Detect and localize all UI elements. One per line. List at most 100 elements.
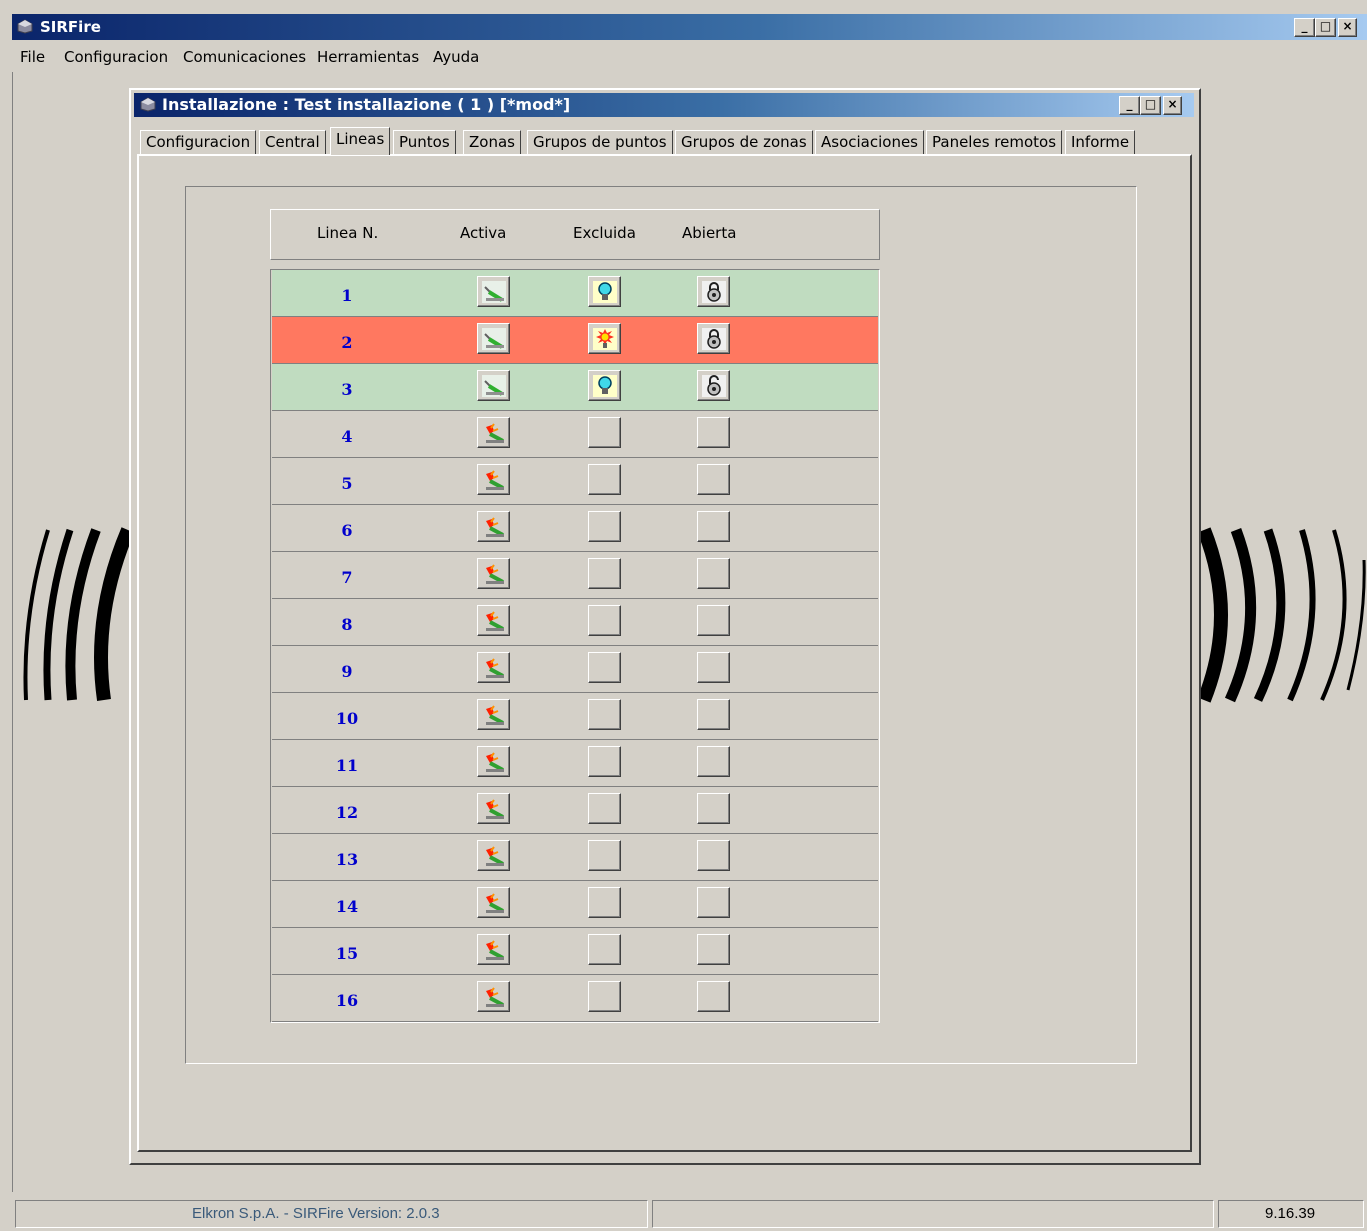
abierta-button[interactable] [697,840,730,871]
status-time: 9.16.39 [1218,1200,1364,1228]
installation-window-title-bar[interactable]: Installazione : Test installazione ( 1 )… [134,93,1194,117]
activa-button[interactable] [477,934,510,965]
excluida-button[interactable] [588,887,621,918]
app-title-bar[interactable]: SIRFire _ □ × [12,14,1367,40]
table-row: 15 [272,928,878,975]
abierta-button[interactable] [697,417,730,448]
close-button[interactable]: × [1338,18,1357,37]
line-number: 8 [341,615,353,634]
lines-table: 1 2 3 4 5 6 7 8 9 10 11 12 13 14 15 16 [270,269,880,1023]
abierta-button[interactable] [697,558,730,589]
status-version: Elkron S.p.A. - SIRFire Version: 2.0.3 [15,1200,648,1228]
excluida-button[interactable] [588,417,621,448]
header-excluida: Excluida [573,224,636,242]
line-number: 4 [341,427,353,446]
menu-ayuda[interactable]: Ayuda [433,48,479,66]
abierta-button[interactable] [697,323,730,354]
plug-disconnected-icon [486,846,504,866]
excluida-button[interactable] [588,699,621,730]
table-row: 10 [272,693,878,740]
table-header: Linea N. Activa Excluida Abierta [270,209,880,260]
abierta-button[interactable] [697,464,730,495]
activa-button[interactable] [477,370,510,401]
tab-puntos[interactable]: Puntos [393,130,456,155]
excluida-button[interactable] [588,323,621,354]
maximize-button[interactable]: □ [1315,18,1336,37]
activa-button[interactable] [477,652,510,683]
abierta-button[interactable] [697,981,730,1012]
excluida-button[interactable] [588,934,621,965]
menu-configuracion[interactable]: Configuracion [64,48,168,66]
table-row: 16 [272,975,878,1022]
excluida-button[interactable] [588,605,621,636]
activa-button[interactable] [477,417,510,448]
table-row: 13 [272,834,878,881]
abierta-button[interactable] [697,887,730,918]
activa-button[interactable] [477,464,510,495]
activa-button[interactable] [477,558,510,589]
tab-grupos-de-puntos[interactable]: Grupos de puntos [527,130,673,155]
tab-central[interactable]: Central [259,130,326,155]
tab-paneles-remotos[interactable]: Paneles remotos [926,130,1063,155]
menu-comunicaciones[interactable]: Comunicaciones [183,48,306,66]
table-row: 7 [272,552,878,599]
excluida-button[interactable] [588,511,621,542]
installation-window-title: Installazione : Test installazione ( 1 )… [162,95,571,114]
activa-button[interactable] [477,981,510,1012]
minimize-button[interactable]: _ [1294,18,1315,37]
tab-informe[interactable]: Informe [1065,130,1136,155]
activa-button[interactable] [477,699,510,730]
abierta-button[interactable] [697,746,730,777]
background-logo-right [1198,527,1366,703]
plug-disconnected-icon [486,564,504,584]
plug-disconnected-icon [486,987,504,1007]
tab-zonas[interactable]: Zonas [463,130,521,155]
excluida-button[interactable] [588,981,621,1012]
child-maximize-button[interactable]: □ [1140,96,1161,115]
abierta-button[interactable] [697,652,730,683]
tab-lineas[interactable]: Lineas [330,127,391,155]
menu-file[interactable]: File [20,48,45,66]
child-minimize-button[interactable]: _ [1119,96,1140,115]
tab-configuracion[interactable]: Configuracion [140,130,257,155]
abierta-button[interactable] [697,699,730,730]
excluida-button[interactable] [588,793,621,824]
lock-icon [702,328,726,350]
tab-grupos-de-zonas[interactable]: Grupos de zonas [675,130,813,155]
abierta-button[interactable] [697,934,730,965]
excluida-button[interactable] [588,464,621,495]
excluida-button[interactable] [588,276,621,307]
activa-button[interactable] [477,887,510,918]
excluida-button[interactable] [588,370,621,401]
activa-button[interactable] [477,276,510,307]
plug-disconnected-icon [486,940,504,960]
abierta-button[interactable] [697,793,730,824]
activa-button[interactable] [477,323,510,354]
abierta-button[interactable] [697,276,730,307]
line-number: 9 [341,662,353,681]
menu-herramientas[interactable]: Herramientas [317,48,419,66]
table-row: 14 [272,881,878,928]
table-row: 9 [272,646,878,693]
activa-button[interactable] [477,511,510,542]
activa-button[interactable] [477,840,510,871]
plug-disconnected-icon [486,611,504,631]
tab-asociaciones[interactable]: Asociaciones [815,130,925,155]
plug-disconnected-icon [486,893,504,913]
abierta-button[interactable] [697,605,730,636]
line-number: 11 [335,756,359,775]
table-row: 12 [272,787,878,834]
child-close-button[interactable]: × [1163,96,1182,115]
abierta-button[interactable] [697,511,730,542]
abierta-button[interactable] [697,370,730,401]
line-number: 5 [341,474,353,493]
excluida-button[interactable] [588,558,621,589]
header-linea: Linea N. [317,224,379,242]
excluida-button[interactable] [588,746,621,777]
activa-button[interactable] [477,605,510,636]
activa-button[interactable] [477,746,510,777]
activa-button[interactable] [477,793,510,824]
excluida-button[interactable] [588,840,621,871]
line-number: 16 [335,991,359,1010]
excluida-button[interactable] [588,652,621,683]
